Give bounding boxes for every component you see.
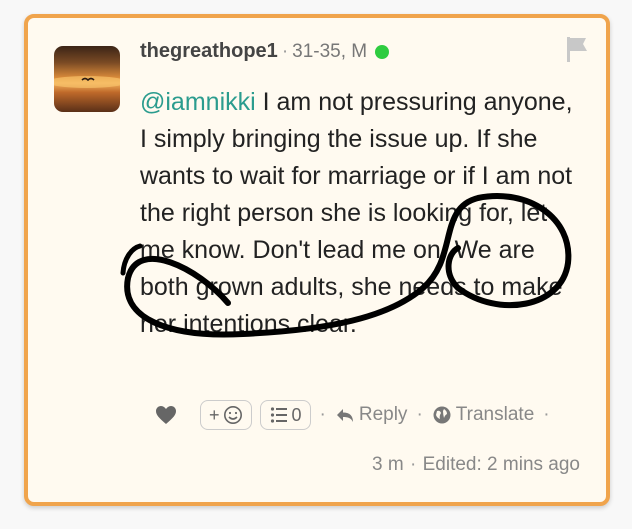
- action-separator: ·: [319, 404, 326, 425]
- comment-time: 3 m: [372, 454, 404, 475]
- comment-header: thegreathope1 · 31-35, M: [140, 40, 390, 63]
- reply-button[interactable]: Reply: [335, 404, 408, 426]
- list-icon: [270, 407, 287, 423]
- message-text: I am not pressuring anyone, I simply bri…: [140, 88, 573, 338]
- edited-label: Edited: 2 mins ago: [422, 454, 580, 475]
- comment-message: @iamnikki I am not pressuring anyone, I …: [140, 84, 580, 343]
- avatar-image: [54, 76, 120, 88]
- translate-label: Translate: [455, 404, 535, 425]
- comment-actions: + 0 · Reply · Translate ·: [154, 400, 551, 430]
- age-gender: 31-35, M: [292, 40, 368, 62]
- flag-icon[interactable]: [562, 34, 592, 64]
- footer-separator: ·: [410, 454, 417, 475]
- smiley-icon: [223, 406, 242, 424]
- comment-card: thegreathope1 · 31-35, M @iamnikki I am …: [24, 14, 610, 506]
- poll-count: 0: [291, 404, 302, 425]
- heart-icon[interactable]: [154, 403, 178, 427]
- add-reaction-label: +: [209, 404, 220, 425]
- action-separator: ·: [416, 404, 423, 425]
- avatar[interactable]: [54, 46, 120, 112]
- mention-link[interactable]: @iamnikki: [140, 88, 256, 116]
- poll-button[interactable]: 0: [259, 400, 311, 430]
- reply-label: Reply: [358, 404, 408, 425]
- online-status-indicator: [375, 44, 390, 59]
- username[interactable]: thegreathope1: [140, 40, 278, 63]
- meta-separator: ·: [281, 40, 289, 62]
- reply-arrow-icon: [336, 409, 353, 422]
- comment-footer: 3 m · Edited: 2 mins ago: [372, 454, 580, 476]
- action-separator: ·: [543, 404, 550, 425]
- add-reaction-button[interactable]: +: [200, 400, 252, 430]
- translate-button[interactable]: Translate: [432, 404, 535, 426]
- globe-icon: [433, 406, 451, 424]
